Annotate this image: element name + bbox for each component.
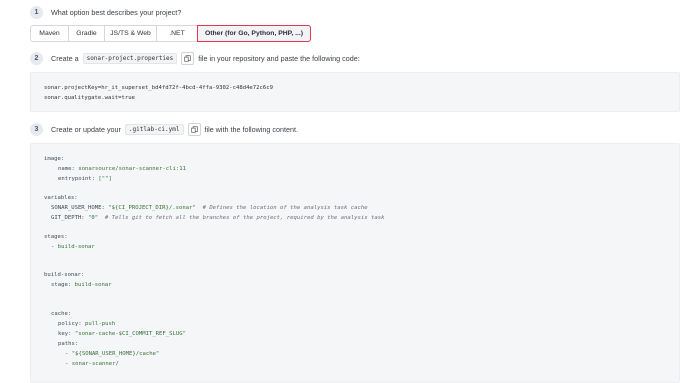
step-number: 2 (30, 52, 43, 65)
step-number: 1 (30, 6, 43, 19)
code-line-entrypoint: entrypoint: [""] (58, 175, 112, 183)
code-line-stages: stages: (44, 233, 68, 241)
code-line-policy: policy: pull-push (58, 320, 115, 328)
step-2-header: 2 Create a sonar-project.properties file… (30, 52, 360, 65)
yaml-key: name: (58, 166, 75, 172)
tab-gradle[interactable]: Gradle (68, 25, 104, 42)
step-3-instruction: Create or update your .gitlab-ci.yml fil… (51, 123, 298, 136)
code-line-project-key: sonar.projectKey=hr_it_superset_bd4fd72f… (44, 85, 274, 91)
step-3-header: 3 Create or update your .gitlab-ci.yml f… (30, 123, 298, 136)
step-number: 3 (30, 123, 43, 136)
yaml-value: - sonar-scanner/ (65, 361, 119, 367)
yaml-value: - "${SONAR_USER_HOME}/cache" (65, 351, 160, 357)
step-3-text-before: Create or update your (51, 125, 121, 134)
code-line-stage: stage: build-sonar (51, 281, 112, 289)
yaml-value: "sonar-cache-$CI_COMMIT_REF_SLUG" (74, 331, 186, 337)
code-line-job: build-sonar: (44, 271, 84, 279)
gitlab-ci-filename: .gitlab-ci.yml (124, 124, 184, 135)
tab-dotnet[interactable]: .NET (156, 25, 197, 42)
code-line-path-scanner: - sonar-scanner/ (65, 360, 119, 368)
code-line-name: name: sonarsource/sonar-scanner-cli:11 (58, 165, 186, 173)
yaml-key: SONAR_USER_HOME: (51, 205, 105, 211)
code-line-git-depth: GIT_DEPTH: "0" # Tells git to fetch all … (51, 214, 384, 222)
code-line-sonar-user-home: SONAR_USER_HOME: "${CI_PROJECT_DIR}/.son… (51, 204, 368, 212)
step-2-text-after: file in your repository and paste the fo… (198, 54, 360, 63)
yaml-key: entrypoint: (58, 176, 96, 182)
yaml-key: cache: (51, 311, 72, 317)
step-3-text-after: file with the following content. (204, 125, 299, 134)
step-2-text-before: Create a (51, 54, 79, 63)
yaml-value: [""] (98, 176, 112, 182)
yaml-key: image: (44, 156, 65, 162)
copy-filename-button[interactable] (187, 123, 201, 136)
yaml-key: build-sonar: (44, 272, 85, 278)
yaml-value: "0" (88, 215, 99, 221)
yaml-value: pull-push (84, 321, 116, 327)
yaml-key: variables: (44, 195, 78, 201)
step-1-header: 1 What option best describes your projec… (30, 6, 181, 19)
code-line-cache: cache: (51, 310, 71, 318)
yaml-key: stage: (51, 282, 72, 288)
code-line-paths: paths: (58, 340, 78, 348)
yaml-comment: # Defines the location of the analysis t… (202, 205, 368, 211)
copy-filename-button[interactable] (181, 52, 195, 65)
yaml-value: - build-sonar (51, 244, 95, 250)
yaml-comment: # Tells git to fetch all the branches of… (104, 215, 385, 221)
gitlab-ci-code-block: image: name: sonarsource/sonar-scanner-c… (30, 143, 680, 383)
code-line-cache-key: key: "sonar-cache-$CI_COMMIT_REF_SLUG" (58, 330, 186, 338)
tab-maven[interactable]: Maven (30, 25, 68, 42)
yaml-key: paths: (58, 341, 79, 347)
yaml-value: build-sonar (74, 282, 112, 288)
properties-code-block: sonar.projectKey=hr_it_superset_bd4fd72f… (30, 72, 680, 112)
code-line-image: image: (44, 155, 64, 163)
tab-other[interactable]: Other (for Go, Python, PHP, ...) (197, 25, 311, 42)
code-line-stage-item: - build-sonar (51, 243, 95, 251)
tab-js-ts-web[interactable]: JS/TS & Web (104, 25, 156, 42)
yaml-key: policy: (58, 321, 82, 327)
step-2-instruction: Create a sonar-project.properties file i… (51, 52, 360, 65)
build-tool-tabs: Maven Gradle JS/TS & Web .NET Other (for… (30, 25, 311, 42)
yaml-key: key: (58, 331, 72, 337)
copy-icon (190, 126, 198, 133)
properties-filename: sonar-project.properties (82, 53, 178, 64)
code-line-quality-gate: sonar.qualitygate.wait=true (44, 95, 135, 101)
code-line-variables: variables: (44, 194, 78, 202)
code-line-path-cache: - "${SONAR_USER_HOME}/cache" (65, 350, 159, 358)
yaml-key: GIT_DEPTH: (51, 215, 85, 221)
yaml-value: "${CI_PROJECT_DIR}/.sonar" (108, 205, 196, 211)
step-1-question: What option best describes your project? (51, 8, 182, 17)
yaml-key: stages: (44, 234, 68, 240)
copy-icon (184, 55, 191, 62)
yaml-value: sonarsource/sonar-scanner-cli:11 (78, 166, 186, 172)
